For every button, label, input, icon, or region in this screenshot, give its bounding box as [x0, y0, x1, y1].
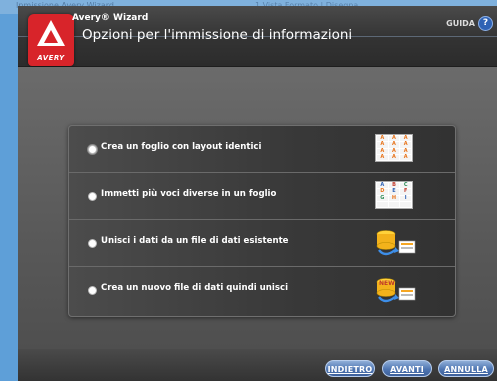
option-label[interactable]: Immetti più voci diverse in un foglio	[101, 189, 276, 199]
option-radio-multiple[interactable]	[88, 192, 97, 201]
cancel-button[interactable]: ANNULLA	[438, 360, 494, 377]
grid-cell: G	[377, 195, 388, 201]
option-new-data-file[interactable]: Crea un nuovo file di dati quindi unisci…	[69, 267, 455, 314]
option-radio-merge[interactable]	[88, 239, 97, 248]
grid-cell: A	[388, 142, 400, 148]
grid-cell: H	[388, 195, 400, 201]
grid-cell: A	[400, 142, 411, 148]
wizard-footer: INDIETRO AVANTI ANNULLA	[18, 349, 497, 381]
grid-cell: E	[388, 189, 400, 195]
option-label[interactable]: Crea un foglio con layout identici	[101, 142, 261, 152]
grid-cell: F	[400, 189, 411, 195]
page-title: Opzioni per l'immissione di informazioni	[82, 27, 353, 43]
next-button[interactable]: AVANTI	[382, 360, 432, 377]
grid-cell: D	[377, 189, 388, 195]
grid-cell: A	[388, 154, 400, 160]
merge-data-file-icon	[375, 228, 417, 258]
avery-logo: AVERY	[28, 14, 74, 66]
option-label[interactable]: Crea un nuovo file di dati quindi unisci	[101, 283, 288, 293]
different-labels-grid-icon: ABCDEFGHI	[375, 181, 417, 211]
identical-labels-grid-icon: AAAAAAAAAAAA	[375, 134, 417, 164]
grid-cell: A	[377, 142, 388, 148]
option-label[interactable]: Unisci i dati da un file di dati esisten…	[101, 236, 289, 246]
avery-logo-text: AVERY	[37, 54, 65, 62]
avery-wizard-window: AVERY Avery® Wizard Opzioni per l'immiss…	[18, 6, 497, 381]
option-radio-identical[interactable]	[88, 145, 97, 154]
wizard-content: Crea un foglio con layout identici AAAAA…	[18, 67, 497, 349]
grid-cell: I	[400, 195, 411, 201]
option-identical-layout[interactable]: Crea un foglio con layout identici AAAAA…	[69, 126, 455, 173]
help-label[interactable]: GUIDA	[446, 19, 475, 28]
grid-cell	[377, 201, 388, 207]
back-button[interactable]: INDIETRO	[325, 360, 375, 377]
help-icon[interactable]: ?	[478, 16, 493, 31]
help-button[interactable]: GUIDA ?	[446, 16, 493, 31]
grid-cell	[388, 201, 400, 207]
grid-cell: A	[377, 148, 388, 154]
grid-cell: A	[377, 154, 388, 160]
new-database-icon: NEW	[376, 278, 416, 303]
grid-cell: A	[400, 154, 411, 160]
options-panel: Crea un foglio con layout identici AAAAA…	[68, 125, 456, 317]
grid-cell: A	[388, 148, 400, 154]
grid-cell	[400, 201, 411, 207]
new-badge: NEW	[379, 280, 395, 287]
avery-logo-icon	[37, 20, 65, 46]
option-multiple-entries[interactable]: Immetti più voci diverse in un foglio AB…	[69, 173, 455, 220]
app-name: Avery® Wizard	[72, 13, 149, 23]
wizard-header: AVERY Avery® Wizard Opzioni per l'immiss…	[18, 6, 497, 67]
database-to-labels-icon	[376, 230, 416, 256]
option-radio-new[interactable]	[88, 286, 97, 295]
grid-cell: A	[400, 148, 411, 154]
option-merge-existing-file[interactable]: Unisci i dati da un file di dati esisten…	[69, 220, 455, 267]
new-data-file-icon: NEW	[375, 275, 417, 305]
